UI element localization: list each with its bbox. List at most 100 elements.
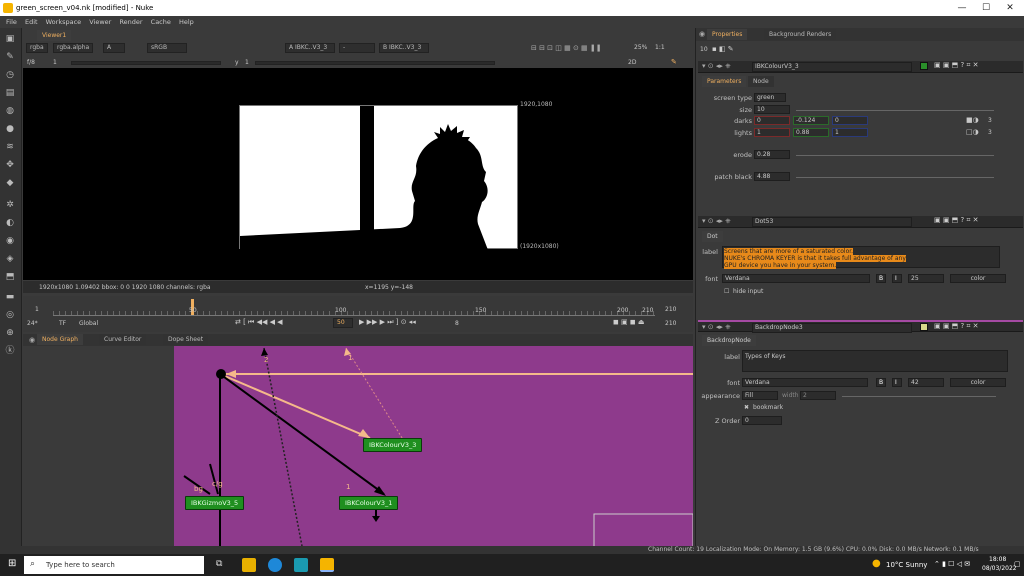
merge-icon[interactable]: ⬒ — [3, 270, 17, 284]
alpha-select[interactable]: rgba.alpha — [53, 43, 93, 53]
zorder-field[interactable]: 0 — [742, 416, 782, 425]
dot-color-button[interactable]: color — [950, 274, 1006, 283]
keyer-icon[interactable]: ◈ — [3, 252, 17, 266]
tab-background-renders[interactable]: Background Renders — [764, 29, 837, 40]
tab-node-graph[interactable]: Node Graph — [37, 334, 83, 345]
gamma-slider[interactable] — [255, 61, 495, 65]
menu-render[interactable]: Render — [119, 18, 142, 26]
node-name-field[interactable]: IBKColourV3_3 — [752, 62, 912, 72]
maximize-button[interactable]: ☐ — [976, 2, 996, 14]
tab-node[interactable]: Node — [748, 76, 774, 87]
metadata-icon[interactable]: ◉ — [3, 234, 17, 248]
fstop-label[interactable]: f/8 — [27, 59, 35, 66]
taskbar-search-box[interactable]: ⌕ Type here to search — [24, 556, 204, 574]
input-b-select[interactable]: B IBKC..V3_3 — [379, 43, 429, 53]
transport-forward-icon[interactable]: ▶ ▶▶ ▶ ⏭ ] ⊙ ◂◂ — [359, 318, 416, 327]
hide-input-checkbox[interactable]: ☐ — [724, 288, 729, 295]
panel-actions-icon[interactable]: ▣ ▣ ⬒ ? ⌗ ✕ — [934, 61, 979, 70]
viewer-tools-icon[interactable]: ⊟ ⊟ ⊡ ◫ ▦ ⊙ ▦ ❚❚ — [531, 44, 602, 52]
node-ibkgizmo-5[interactable]: IBKGizmoV3_5 — [185, 496, 245, 510]
menu-help[interactable]: Help — [179, 18, 194, 26]
dot-italic-button[interactable]: I — [892, 274, 902, 283]
playback-mode-icon[interactable]: ◼ ▣ ◼ ⏏ — [613, 318, 645, 326]
menu-cache[interactable]: Cache — [151, 18, 171, 26]
size-slider[interactable] — [796, 110, 994, 111]
backdrop-font-select[interactable]: Verdana — [742, 378, 868, 387]
backdrop-italic-button[interactable]: I — [892, 378, 902, 387]
weather-text[interactable]: 10°C Sunny — [886, 561, 927, 569]
pane-menu-icon[interactable]: ◉ — [699, 30, 705, 38]
node-color-swatch[interactable] — [920, 323, 928, 331]
viewer-icon[interactable]: ▣ — [3, 32, 17, 46]
tf-select[interactable]: TF — [59, 320, 66, 327]
backdrop-font-size[interactable]: 42 — [908, 378, 944, 387]
bookmark-checkbox[interactable]: ✖ — [744, 404, 749, 411]
cube-icon[interactable]: ◆ — [3, 176, 17, 190]
panel-actions-icon[interactable]: ▣ ▣ ⬒ ? ⌗ ✕ — [934, 216, 979, 225]
node-ibkcolour-3[interactable]: IBKColourV3_3 — [363, 438, 423, 452]
pane-menu-icon[interactable]: ◉ — [29, 336, 35, 344]
node-name-field[interactable]: Dot53 — [752, 217, 912, 227]
python-icon[interactable]: ⓚ — [3, 344, 17, 358]
patch-black-field[interactable]: 4.88 — [754, 172, 790, 181]
pencil-icon[interactable]: ✎ — [671, 58, 677, 66]
backdrop-label-textarea[interactable]: Types of Keys — [742, 350, 1008, 372]
colorspace-select[interactable]: sRGB — [147, 43, 187, 53]
end-field[interactable]: 210 — [665, 320, 676, 327]
tab-dot[interactable]: Dot — [702, 231, 723, 242]
file-explorer-icon[interactable] — [242, 558, 256, 572]
panel-tools-icon[interactable]: ▪ ◧ ✎ — [712, 45, 734, 53]
frame-field[interactable]: 50 — [333, 318, 353, 328]
screen-type-select[interactable]: green — [754, 93, 786, 102]
deep-icon[interactable]: ◐ — [3, 216, 17, 230]
viewer-canvas[interactable]: 1920,1080 (1920x1080) — [23, 68, 693, 280]
lights-r-field[interactable]: 1 — [754, 128, 790, 137]
patch-black-slider[interactable] — [796, 177, 994, 178]
backdrop-bold-button[interactable]: B — [876, 378, 886, 387]
node-name-field[interactable]: BackdropNode3 — [752, 323, 912, 333]
erode-field[interactable]: 0.28 — [754, 150, 790, 159]
tab-viewer1[interactable]: Viewer1 — [37, 30, 72, 41]
dot-font-select[interactable]: Verdana — [722, 274, 870, 283]
windows-start-icon[interactable]: ⊞ — [8, 558, 16, 569]
particles-icon[interactable]: ✲ — [3, 198, 17, 212]
task-view-icon[interactable]: ⧉ — [216, 559, 222, 569]
fps-select[interactable]: 24* — [27, 320, 38, 327]
tab-backdropnode[interactable]: BackdropNode — [702, 335, 756, 346]
tab-dope-sheet[interactable]: Dope Sheet — [163, 334, 209, 345]
minimize-button[interactable]: — — [952, 2, 972, 14]
gamma-value[interactable]: 1 — [245, 59, 249, 66]
appearance-select[interactable]: Fill — [742, 391, 778, 400]
a-select[interactable]: A — [103, 43, 125, 53]
tab-properties[interactable]: Properties — [707, 29, 748, 40]
width-field[interactable]: 2 — [800, 391, 836, 400]
menu-viewer[interactable]: Viewer — [89, 18, 111, 26]
tab-parameters[interactable]: Parameters — [702, 76, 747, 87]
backdrop-color-button[interactable]: color — [950, 378, 1006, 387]
panel-controls-icon[interactable]: ▾ ⊙ ◂▸ ⎈ — [702, 323, 731, 332]
other-icon[interactable]: ⊕ — [3, 326, 17, 340]
darks-g-field[interactable]: -0.124 — [793, 116, 829, 125]
menu-workspace[interactable]: Workspace — [46, 18, 82, 26]
notification-icon[interactable]: ▢ — [1014, 560, 1021, 568]
dot-font-size[interactable]: 25 — [908, 274, 944, 283]
gain-slider[interactable] — [71, 61, 221, 65]
darks-r-field[interactable]: 0 — [754, 116, 790, 125]
view-mode-select[interactable]: 2D — [628, 59, 636, 66]
nuke-icon[interactable]: ◎ — [3, 308, 17, 322]
layers-icon[interactable]: ≋ — [3, 140, 17, 154]
dot-bold-button[interactable]: B — [876, 274, 886, 283]
nuke-taskbar-icon[interactable] — [320, 558, 334, 572]
max-panels-field[interactable]: 10 — [700, 46, 708, 53]
step-value[interactable]: 8 — [455, 320, 459, 327]
app-icon[interactable] — [294, 558, 308, 572]
transport-controls-icon[interactable]: ⇄ [ ⏮ ◀◀ ◀ ◀ — [235, 318, 283, 327]
sphere-icon[interactable]: ◍ — [3, 104, 17, 118]
node-color-swatch[interactable] — [920, 62, 928, 70]
dot-node[interactable] — [216, 369, 226, 379]
pen-icon[interactable]: ✎ — [3, 50, 17, 64]
darks-picker-icon[interactable]: ■◑ — [966, 116, 979, 124]
tray-icons[interactable]: ⌃ ▮ ☐ ◁ ✉ — [934, 560, 970, 568]
erode-slider[interactable] — [796, 155, 994, 156]
frame-in-label[interactable]: 1 — [53, 59, 57, 66]
